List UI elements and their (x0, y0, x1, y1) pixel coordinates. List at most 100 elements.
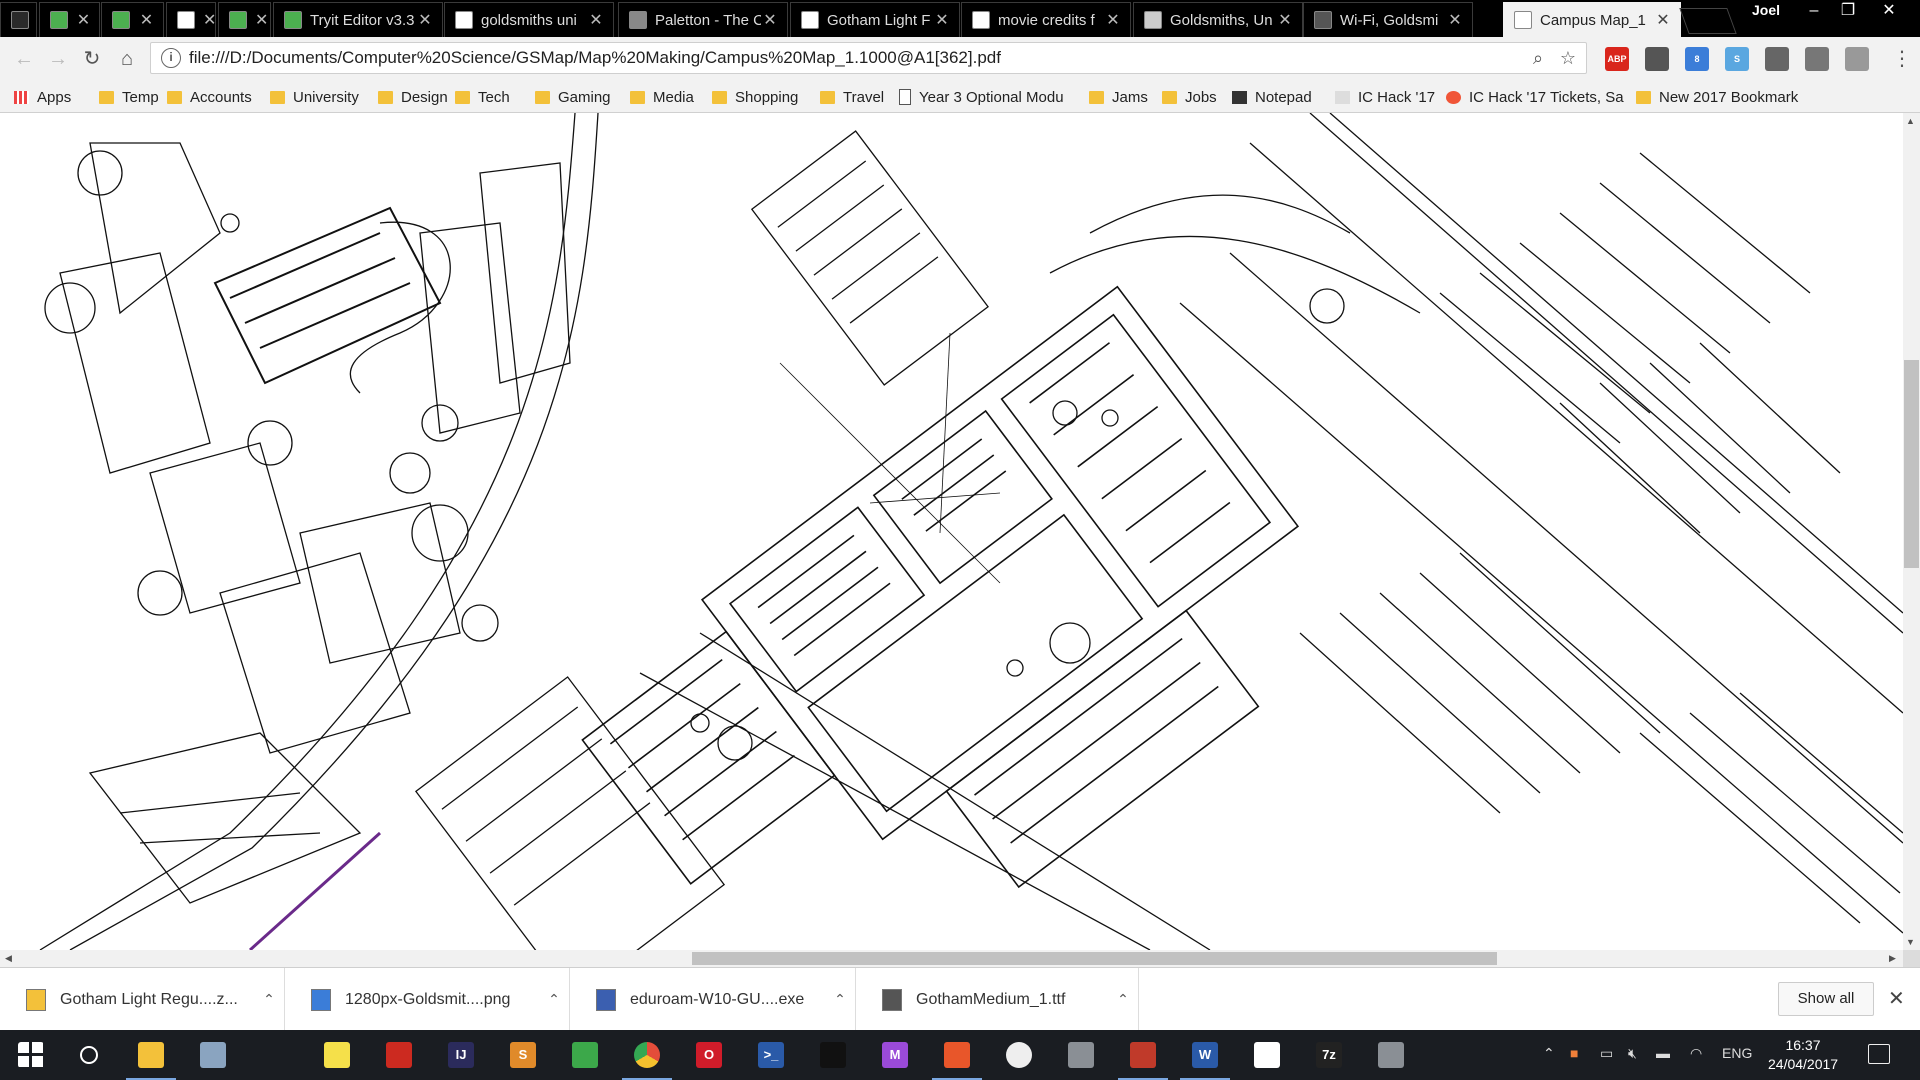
opera-icon[interactable]: O (678, 1030, 740, 1080)
tab-6[interactable]: goldsmiths uni ✕ (444, 2, 614, 37)
alien-icon[interactable] (244, 1030, 306, 1080)
download-item[interactable]: Gotham Light Regu....z... ⌃ (0, 968, 285, 1031)
pc-icon[interactable] (182, 1030, 244, 1080)
scroll-up-arrow-icon[interactable]: ▲ (1906, 116, 1915, 126)
menu-dots-icon[interactable]: ⋮ (1888, 45, 1916, 73)
bookmark-15[interactable]: IC Hack '17 Tickets, Sa (1446, 81, 1628, 113)
snipping-icon[interactable] (1112, 1030, 1174, 1080)
chrome-icon[interactable] (616, 1030, 678, 1080)
bookmark-9[interactable]: Travel (820, 81, 894, 113)
horizontal-scroll-thumb[interactable] (692, 952, 1497, 965)
download-item[interactable]: GothamMedium_1.ttf ⌃ (856, 968, 1139, 1031)
tab-close-icon[interactable]: ✕ (933, 10, 951, 30)
tab-close-icon[interactable]: ✕ (1104, 10, 1122, 30)
tab-close-icon[interactable]: ✕ (1654, 10, 1672, 30)
bookmark-14[interactable]: IC Hack '17 (1335, 81, 1439, 113)
tab-2[interactable]: ✕ (101, 2, 164, 37)
tab-12[interactable]: Campus Map_1 ✕ (1503, 2, 1681, 37)
bookmark-star-icon[interactable]: ☆ (1556, 48, 1580, 69)
scroll-down-arrow-icon[interactable]: ▼ (1906, 937, 1915, 947)
tab-4[interactable]: ✕ (218, 2, 271, 37)
new-tab-button[interactable] (1679, 8, 1737, 34)
tab-close-icon[interactable]: ✕ (138, 10, 155, 30)
tab-8[interactable]: Gotham Light F ✕ (790, 2, 960, 37)
scroll-left-arrow-icon[interactable]: ◀ (5, 953, 12, 964)
puzzle-icon[interactable] (1645, 47, 1669, 71)
tab-close-icon[interactable]: ✕ (203, 10, 215, 30)
tab-close-icon[interactable]: ✕ (1446, 10, 1464, 30)
tab-3[interactable]: ✕ (166, 2, 216, 37)
chevron-up-icon[interactable]: ⌃ (254, 991, 284, 1008)
tab-5[interactable]: Tryit Editor v3.3 ✕ (273, 2, 443, 37)
bookmark-6[interactable]: Gaming (535, 81, 624, 113)
start-icon[interactable] (0, 1030, 62, 1080)
close-shelf-icon[interactable]: ✕ (1888, 986, 1905, 1011)
bookmark-5[interactable]: Tech (455, 81, 529, 113)
info-icon[interactable]: i (161, 48, 181, 68)
home-button[interactable]: ⌂ (113, 45, 141, 73)
maya-icon[interactable]: M (864, 1030, 926, 1080)
show-all-downloads-button[interactable]: Show all (1778, 982, 1874, 1016)
bookmark-13[interactable]: Notepad (1232, 81, 1327, 113)
chevron-up-icon[interactable]: ⌃ (539, 991, 569, 1008)
bookmark-16[interactable]: New 2017 Bookmark (1636, 81, 1806, 113)
tab-close-icon[interactable]: ✕ (1276, 10, 1294, 30)
bookmark-2[interactable]: Accounts (167, 81, 264, 113)
reload-button[interactable]: ↻ (78, 45, 106, 73)
bookmark-10[interactable]: Year 3 Optional Modu (899, 81, 1081, 113)
tab-7[interactable]: Paletton - The C ✕ (618, 2, 788, 37)
bookmark-11[interactable]: Jams (1089, 81, 1157, 113)
zoom-icon[interactable]: ⌕ (1526, 48, 1550, 69)
chevron-up-icon[interactable]: ⌃ (1108, 991, 1138, 1008)
tab-0[interactable]: ✕ (0, 2, 37, 37)
pdf-ext-icon[interactable] (1845, 47, 1869, 71)
tray-app-icon[interactable]: ■ (1570, 1045, 1578, 1061)
action-center-icon[interactable] (1868, 1044, 1890, 1064)
chevron-up-icon[interactable]: ⌃ (825, 991, 855, 1008)
camera-icon[interactable] (1050, 1030, 1112, 1080)
file-explorer-icon[interactable] (120, 1030, 182, 1080)
tab-close-icon[interactable]: ✕ (255, 10, 268, 30)
profile-button[interactable]: Joel (1742, 0, 1790, 22)
tray-overflow-icon[interactable]: ⌃ (1543, 1045, 1555, 1062)
tab-10[interactable]: Goldsmiths, Un ✕ (1133, 2, 1303, 37)
bookmark-12[interactable]: Jobs (1162, 81, 1226, 113)
pdf-viewport[interactable] (0, 113, 1903, 950)
github-icon[interactable] (988, 1030, 1050, 1080)
download-item[interactable]: eduroam-W10-GU....exe ⌃ (570, 968, 856, 1031)
download-item[interactable]: 1280px-Goldsmit....png ⌃ (285, 968, 570, 1031)
tab-close-icon[interactable]: ✕ (76, 10, 91, 30)
kaspersky-icon[interactable] (554, 1030, 616, 1080)
vertical-scroll-thumb[interactable] (1904, 360, 1919, 568)
7zip-icon[interactable]: 7z (1298, 1030, 1360, 1080)
camera2-icon[interactable] (1360, 1030, 1422, 1080)
tab-1[interactable]: ✕ (39, 2, 100, 37)
bookmark-8[interactable]: Shopping (712, 81, 814, 113)
restore-button[interactable]: ❐ (1831, 0, 1865, 22)
powershell-icon[interactable]: >_ (740, 1030, 802, 1080)
acrobat-icon[interactable] (368, 1030, 430, 1080)
back-button[interactable]: ← (10, 45, 38, 73)
address-bar[interactable]: i file:///D:/Documents/Computer%20Scienc… (150, 42, 1587, 74)
bookmark-7[interactable]: Media (630, 81, 706, 113)
url-text[interactable]: file:///D:/Documents/Computer%20Science/… (189, 48, 1526, 68)
bookmark-3[interactable]: University (270, 81, 372, 113)
tab-close-icon[interactable]: ✕ (587, 10, 605, 30)
git-icon[interactable] (926, 1030, 988, 1080)
grid-ext-icon[interactable] (1805, 47, 1829, 71)
close-window-button[interactable]: ✕ (1872, 0, 1906, 22)
tab-close-icon[interactable]: ✕ (761, 10, 779, 30)
forward-button[interactable]: → (44, 45, 72, 73)
cmd-icon[interactable] (802, 1030, 864, 1080)
scroll-right-arrow-icon[interactable]: ▶ (1889, 953, 1896, 964)
photos-icon[interactable] (1236, 1030, 1298, 1080)
tab-close-icon[interactable]: ✕ (416, 10, 434, 30)
bookmark-ext-icon[interactable] (1765, 47, 1789, 71)
battery-icon[interactable]: ▬ (1656, 1045, 1670, 1061)
search-icon[interactable] (58, 1030, 120, 1080)
bookmark-4[interactable]: Design (378, 81, 449, 113)
sublime-icon[interactable]: S (492, 1030, 554, 1080)
tray-monitor-icon[interactable]: ▭ (1600, 1045, 1613, 1062)
language-indicator[interactable]: ENG (1722, 1045, 1752, 1061)
word-icon[interactable]: W (1174, 1030, 1236, 1080)
